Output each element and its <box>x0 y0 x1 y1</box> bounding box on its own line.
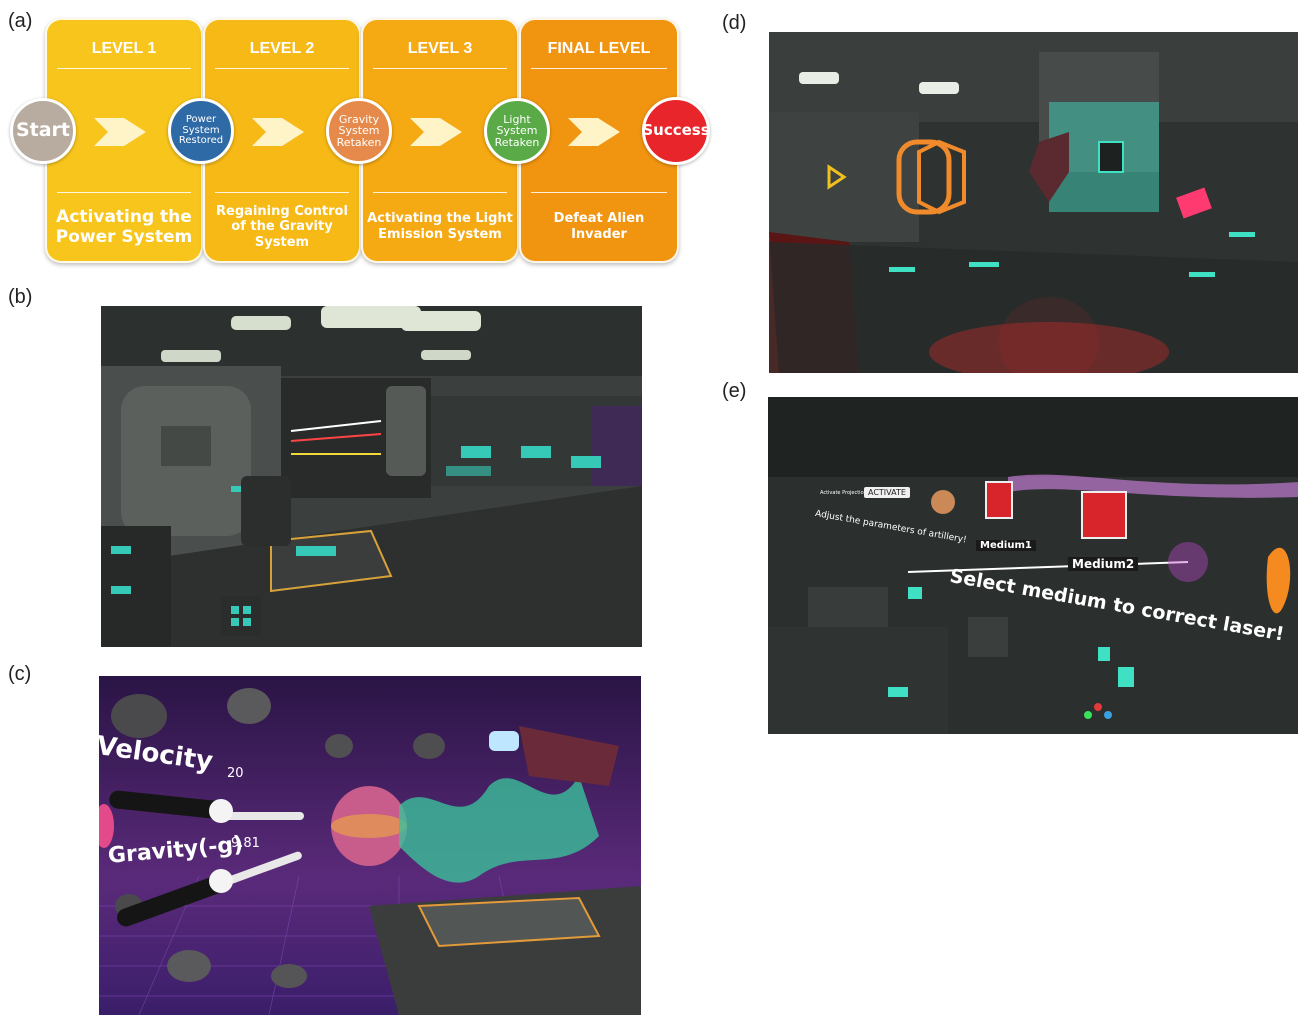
panel-label-a: (a) <box>8 10 33 32</box>
level-3-description: Activating the Light Emission System <box>367 211 513 242</box>
panel-label-c: (c) <box>8 663 32 685</box>
medium2-label: Medium2 <box>1068 557 1139 571</box>
level-1-title: LEVEL 1 <box>91 40 157 57</box>
scene-e-laser-puzzle: Activate Projection Speed ACTIVATE Adjus… <box>768 397 1298 734</box>
level-1-description: Activating the Power System <box>55 206 193 247</box>
panel-label-b: (b) <box>8 286 33 308</box>
activate-button[interactable]: ACTIVATE <box>864 487 910 498</box>
panel-label-d: (d) <box>722 12 747 34</box>
velocity-value: 20 <box>227 766 244 781</box>
light-retaken-node: Light System Retaken <box>484 98 550 164</box>
gravity-value: 9.81 <box>231 836 260 851</box>
start-node: Start <box>10 98 76 164</box>
scene-c-space-gravity: Velocity 20 Gravity(-g) 9.81 <box>99 676 641 1015</box>
level-3-title: LEVEL 3 <box>407 40 473 57</box>
level-flowchart: LEVEL 1 Activating the Power System LEVE… <box>10 18 710 268</box>
arrow-icon <box>94 118 146 146</box>
scene-d-alien-invader <box>769 32 1298 373</box>
final-level-title: FINAL LEVEL <box>547 40 651 57</box>
success-node: Success <box>642 97 710 165</box>
final-level-description: Defeat Alien Invader <box>553 211 645 242</box>
arrow-icon <box>252 118 304 146</box>
level-2-description: Regaining Control of the Gravity System <box>216 203 348 250</box>
gravity-retaken-node: Gravity System Retaken <box>326 98 392 164</box>
arrow-icon <box>568 118 620 146</box>
panel-label-e: (e) <box>722 380 747 402</box>
level-2-title: LEVEL 2 <box>249 40 315 57</box>
power-restored-node: Power System Restored <box>168 98 234 164</box>
medium1-label: Medium1 <box>976 540 1036 551</box>
arrow-icon <box>410 118 462 146</box>
scene-b-control-room <box>101 306 642 647</box>
